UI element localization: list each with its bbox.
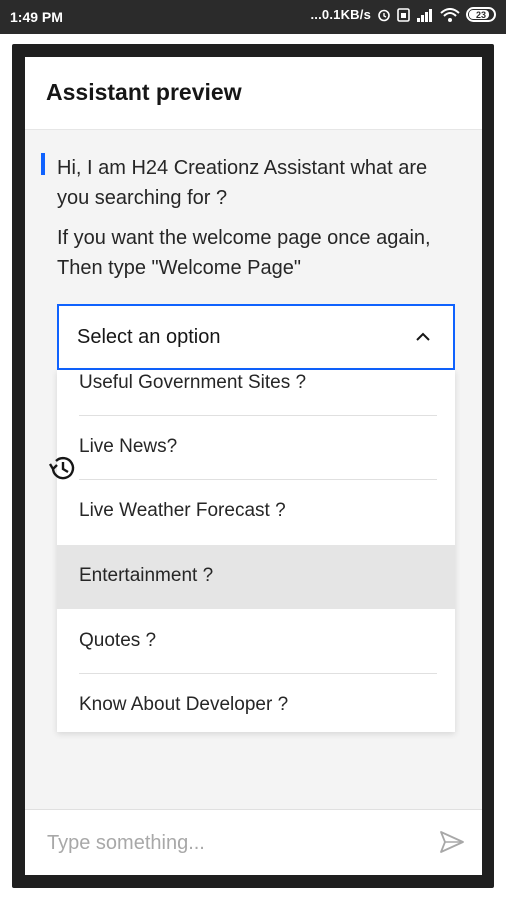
option-label: Live News? — [79, 436, 178, 457]
network-speed: ...0.1KB/s — [310, 7, 371, 22]
assistant-message: Hi, I am H24 Creationz Assistant what ar… — [57, 157, 428, 209]
chevron-up-icon[interactable] — [415, 329, 431, 347]
message-input[interactable] — [47, 828, 407, 858]
option-item[interactable]: Know About Developer ? — [57, 674, 455, 732]
option-item[interactable]: Live News? — [57, 416, 455, 480]
message-accent-bar — [41, 153, 45, 175]
status-icons: ...0.1KB/s 23 — [310, 7, 496, 22]
option-label: Quotes ? — [79, 630, 157, 651]
sim-icon — [397, 7, 410, 22]
option-item-highlighted[interactable]: Entertainment ? — [57, 545, 455, 609]
signal-icon — [416, 8, 434, 22]
panel-title: Assistant preview — [46, 79, 242, 105]
assistant-panel: Assistant preview Hi, I am H24 Creationz… — [25, 57, 482, 875]
option-label: Useful Government Sites ? — [79, 372, 307, 393]
option-label: Know About Developer ? — [79, 694, 289, 715]
option-item[interactable]: Useful Government Sites ? — [57, 370, 455, 416]
option-item[interactable]: Quotes ? — [57, 610, 455, 674]
message-input-bar — [25, 809, 482, 875]
option-label: Entertainment ? — [79, 565, 214, 586]
wifi-icon — [440, 7, 460, 22]
status-time: 1:49 PM — [10, 9, 63, 25]
battery-level: 23 — [475, 9, 486, 20]
alarm-icon — [377, 8, 391, 22]
options-list: Useful Government Sites ? Live News? Liv… — [57, 370, 455, 732]
select-label: Select an option — [77, 326, 221, 348]
assistant-message: If you want the welcome page once again,… — [57, 227, 431, 279]
history-icon[interactable] — [47, 453, 77, 488]
option-select[interactable]: Select an option — [57, 304, 455, 370]
status-bar: 1:49 PM ...0.1KB/s 23 — [0, 0, 506, 34]
panel-header: Assistant preview — [25, 57, 482, 130]
battery-icon: 23 — [466, 7, 496, 22]
send-icon[interactable] — [438, 828, 466, 861]
option-label: Live Weather Forecast ? — [79, 500, 286, 521]
option-item[interactable]: Live Weather Forecast ? — [57, 480, 455, 544]
